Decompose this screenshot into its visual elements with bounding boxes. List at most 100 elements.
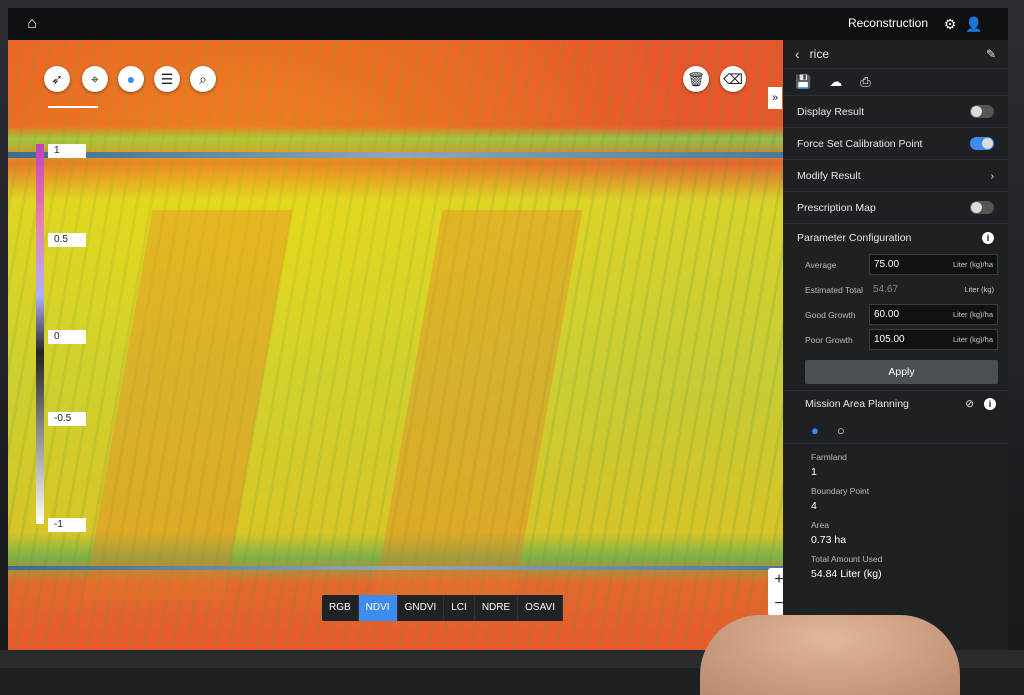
param-average: Average 75.00 Liter (kg)/ha [783, 252, 1008, 277]
task-name: rice [809, 47, 830, 61]
param-value: 105.00 [874, 334, 905, 345]
location-pin-icon[interactable]: ● [118, 66, 144, 92]
legend-tick: -0.5 [48, 412, 86, 426]
locate-icon[interactable]: ⌖ [82, 66, 108, 92]
info-icon[interactable]: i [984, 398, 996, 410]
legend-tick: 0 [48, 330, 86, 344]
back-icon[interactable]: ‹ [795, 46, 800, 62]
list-icon[interactable]: ☰ [154, 66, 180, 92]
parameter-configuration-label: Parameter Configuration [797, 232, 912, 244]
side-panel: ‹ rice ✎ 💾 ☁ ⎙ Display Result Force Set … [783, 40, 1008, 656]
param-unit: Liter (kg)/ha [952, 310, 993, 319]
param-label: Average [805, 259, 837, 270]
prescription-map-toggle[interactable] [970, 201, 994, 214]
display-result-toggle[interactable] [970, 105, 994, 118]
stat-label: Area [811, 520, 829, 530]
apply-button[interactable]: Apply [805, 360, 998, 384]
average-input[interactable]: 75.00 Liter (kg)/ha [869, 254, 998, 275]
param-label: Poor Growth [805, 334, 853, 345]
index-tab-rgb[interactable]: RGB [322, 595, 359, 621]
info-icon[interactable]: i [982, 232, 994, 244]
index-tab-ndre[interactable]: NDRE [475, 595, 519, 621]
modify-result-row[interactable]: Modify Result › [783, 160, 1008, 192]
display-result-label: Display Result [797, 105, 865, 118]
trash-icon[interactable]: 🗑 [683, 66, 709, 92]
parameter-configuration-title: Parameter Configuration i [783, 224, 1008, 252]
collapse-panel-button[interactable]: » [768, 87, 782, 109]
index-selector: RGB NDVI GNDVI LCI NDRE OSAVI [322, 595, 563, 621]
top-bar: ⌂ Reconstruction ⚙ 👤 [8, 8, 1008, 40]
search-icon[interactable]: ⌕ [190, 66, 216, 92]
map-field-stripe [83, 210, 293, 600]
stat-value: 54.84 Liter (kg) [811, 568, 882, 580]
panel-actions: 💾 ☁ ⎙ [783, 69, 1008, 96]
stat-boundary-point: Boundary Point 4 [783, 486, 1008, 512]
user-hand [700, 615, 960, 695]
compass-icon[interactable]: ➶ [44, 66, 70, 92]
eye-off-icon[interactable]: ⊘ [965, 398, 974, 410]
edit-icon[interactable]: ✎ [986, 47, 996, 61]
stat-label: Farmland [811, 452, 847, 462]
param-unit: Liter (kg) [964, 285, 994, 294]
zoom-out-button[interactable]: − [768, 592, 783, 616]
param-label: Good Growth [805, 309, 856, 320]
map-field-stripe [373, 210, 583, 600]
app-screen: ⌂ Reconstruction ⚙ 👤 ➶ ⌖ ● ☰ ⌕ 🗑 ⌫ » 1 0… [8, 8, 1008, 656]
param-poor-growth: Poor Growth 105.00 Liter (kg)/ha [783, 327, 1008, 352]
map-road [8, 152, 783, 158]
param-value: 60.00 [874, 309, 900, 320]
chevron-right-icon: › [990, 169, 995, 182]
legend-tick: -1 [48, 518, 86, 532]
stat-value: 4 [811, 500, 817, 512]
upload-icon[interactable]: ☁ [829, 74, 842, 90]
mission-area-planning-label: Mission Area Planning [805, 398, 909, 410]
param-unit: Liter (kg)/ha [952, 335, 993, 344]
modify-result-label: Modify Result [797, 169, 861, 182]
user-icon[interactable]: 👤 [964, 14, 984, 34]
scale-bar [48, 106, 98, 108]
gear-icon[interactable]: ⚙ [940, 14, 960, 34]
zoom-control: + − [768, 568, 783, 616]
export-icon[interactable]: ⎙ [860, 74, 870, 90]
save-icon[interactable]: 💾 [795, 74, 811, 90]
home-icon[interactable]: ⌂ [22, 14, 42, 34]
poor-growth-input[interactable]: 105.00 Liter (kg)/ha [869, 329, 998, 350]
index-tab-gndvi[interactable]: GNDVI [398, 595, 445, 621]
map-pin-icon[interactable]: ● [811, 423, 819, 438]
panel-header: ‹ rice ✎ [783, 40, 1008, 69]
force-calibration-label: Force Set Calibration Point [797, 137, 923, 150]
zoom-in-button[interactable]: + [768, 568, 783, 592]
map-pin-outline-icon[interactable]: ○ [837, 423, 845, 438]
legend-tick: 1 [48, 144, 86, 158]
prescription-map-label: Prescription Map [797, 201, 876, 214]
param-estimated-total: Estimated Total 54.67 Liter (kg) [783, 277, 1008, 302]
eraser-icon[interactable]: ⌫ [720, 66, 746, 92]
stat-total-amount: Total Amount Used 54.84 Liter (kg) [783, 554, 1008, 580]
force-calibration-toggle[interactable] [970, 137, 994, 150]
param-value: 54.67 [873, 284, 899, 295]
display-result-row: Display Result [783, 96, 1008, 128]
map-road [8, 566, 783, 570]
stat-label: Boundary Point [811, 486, 870, 496]
stat-area: Area 0.73 ha [783, 520, 1008, 546]
page-title: Reconstruction [847, 16, 928, 30]
param-unit: Liter (kg)/ha [952, 260, 993, 269]
index-tab-ndvi[interactable]: NDVI [358, 595, 398, 621]
ndvi-map[interactable]: ➶ ⌖ ● ☰ ⌕ 🗑 ⌫ » 1 0.5 0 -0.5 -1 + − [8, 40, 783, 656]
force-calibration-row: Force Set Calibration Point [783, 128, 1008, 160]
stat-label: Total Amount Used [811, 554, 883, 564]
stat-value: 1 [811, 466, 817, 478]
stat-value: 0.73 ha [811, 534, 847, 546]
param-label: Estimated Total [805, 284, 863, 295]
legend-tick: 0.5 [48, 233, 86, 247]
estimated-total-value: 54.67 Liter (kg) [869, 280, 998, 299]
mission-area-planning-row: Mission Area Planning ⊘ i [783, 390, 1008, 417]
param-good-growth: Good Growth 60.00 Liter (kg)/ha [783, 302, 1008, 327]
ndvi-legend-bar [36, 144, 44, 524]
prescription-map-row: Prescription Map [783, 192, 1008, 224]
index-tab-osavi[interactable]: OSAVI [518, 595, 563, 621]
good-growth-input[interactable]: 60.00 Liter (kg)/ha [869, 304, 998, 325]
param-value: 75.00 [874, 259, 900, 270]
index-tab-lci[interactable]: LCI [444, 595, 475, 621]
stat-farmland: Farmland 1 [783, 452, 1008, 478]
